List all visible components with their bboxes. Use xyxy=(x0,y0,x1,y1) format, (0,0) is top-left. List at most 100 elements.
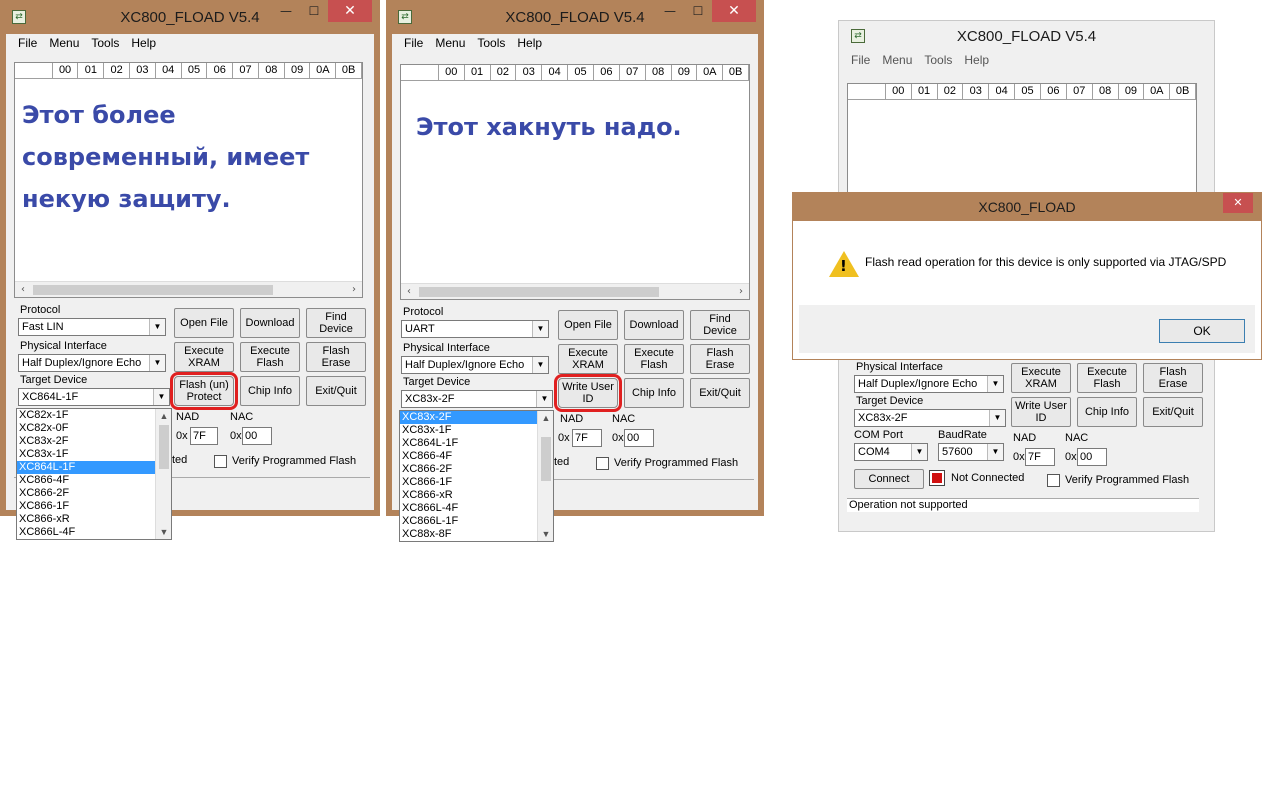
close-icon[interactable]: ✕ xyxy=(1223,193,1253,213)
menu-menu[interactable]: Menu xyxy=(429,34,471,54)
hex-view[interactable]: 00 01 02 03 04 05 06 07 08 09 0A 0B ‹ › xyxy=(400,64,750,300)
chevron-down-icon[interactable]: ▼ xyxy=(987,376,1003,392)
scroll-left-icon[interactable]: ‹ xyxy=(401,284,417,300)
close-icon[interactable]: ✕ xyxy=(712,0,756,22)
physical-interface-select[interactable]: Half Duplex/Ignore Echo ▼ xyxy=(401,356,549,374)
download-button[interactable]: Download xyxy=(624,310,684,340)
list-item[interactable]: XC866L-1F xyxy=(400,515,553,528)
menu-help[interactable]: Help xyxy=(125,34,162,52)
chip-info-button[interactable]: Chip Info xyxy=(240,376,300,406)
chevron-down-icon[interactable]: ▼ xyxy=(532,357,548,373)
minimize-icon[interactable]: — xyxy=(272,0,300,22)
write-user-id-button[interactable]: Write User ID xyxy=(1011,397,1071,427)
title-bar[interactable]: ⇄ XC800_FLOAD V5.4 — ☐ ✕ xyxy=(386,0,764,34)
minimize-icon[interactable]: — xyxy=(656,0,684,22)
list-item[interactable]: XC866-4F xyxy=(400,450,553,463)
flash-erase-button[interactable]: Flash Erase xyxy=(306,342,366,372)
menu-menu[interactable]: Menu xyxy=(876,51,918,69)
chevron-down-icon[interactable]: ▼ xyxy=(987,444,1003,460)
list-item[interactable]: XC82x-0F xyxy=(17,422,171,435)
chevron-down-icon[interactable]: ▼ xyxy=(989,410,1005,426)
menu-file[interactable]: File xyxy=(12,34,43,52)
flash-erase-button[interactable]: Flash Erase xyxy=(690,344,750,374)
close-icon[interactable]: ✕ xyxy=(328,0,372,22)
list-item[interactable]: XC866-2F xyxy=(400,463,553,476)
menu-tools[interactable]: Tools xyxy=(85,34,125,52)
nac-input[interactable]: 00 xyxy=(242,427,272,445)
title-bar[interactable]: ⇄ XC800_FLOAD V5.4 — ☐ ✕ xyxy=(0,0,380,34)
chevron-down-icon[interactable]: ▼ xyxy=(149,319,165,335)
execute-flash-button[interactable]: Execute Flash xyxy=(240,342,300,372)
scroll-right-icon[interactable]: › xyxy=(733,284,749,300)
scroll-thumb[interactable] xyxy=(541,437,551,481)
maximize-icon[interactable]: ☐ xyxy=(684,0,712,22)
chevron-down-icon[interactable]: ▼ xyxy=(536,391,552,407)
vertical-scrollbar[interactable]: ▲ ▼ xyxy=(537,411,553,541)
list-item[interactable]: XC83x-1F xyxy=(17,448,171,461)
vertical-scrollbar[interactable]: ▲ ▼ xyxy=(155,409,171,539)
list-item-selected[interactable]: XC83x-2F xyxy=(400,411,553,424)
execute-xram-button[interactable]: Execute XRAM xyxy=(558,344,618,374)
scroll-thumb[interactable] xyxy=(419,287,659,297)
menu-help[interactable]: Help xyxy=(958,51,995,69)
horizontal-scrollbar[interactable]: ‹ › xyxy=(401,283,749,299)
scroll-thumb[interactable] xyxy=(159,425,169,469)
verify-checkbox[interactable] xyxy=(596,457,609,470)
target-device-dropdown[interactable]: XC83x-2F XC83x-1F XC864L-1F XC866-4F XC8… xyxy=(399,410,554,542)
chevron-down-icon[interactable]: ▼ xyxy=(149,355,165,371)
chip-info-button[interactable]: Chip Info xyxy=(1077,397,1137,427)
list-item[interactable]: XC866-4F xyxy=(17,474,171,487)
flash-unprotect-button[interactable]: Flash (un) Protect xyxy=(170,372,238,410)
target-device-select[interactable]: XC83x-2F ▼ xyxy=(401,390,553,408)
exit-quit-button[interactable]: Exit/Quit xyxy=(306,376,366,406)
scroll-right-icon[interactable]: › xyxy=(346,282,362,298)
dialog-title-bar[interactable]: XC800_FLOAD ✕ xyxy=(793,193,1261,221)
list-item[interactable]: XC83x-1F xyxy=(400,424,553,437)
com-port-select[interactable]: COM4 ▼ xyxy=(854,443,928,461)
list-item[interactable]: XC866L-4F xyxy=(17,526,171,539)
list-item[interactable]: XC866-xR xyxy=(400,489,553,502)
nad-input[interactable]: 7F xyxy=(190,427,218,445)
menu-menu[interactable]: Menu xyxy=(43,34,85,52)
title-bar[interactable]: ⇄ XC800_FLOAD V5.4 xyxy=(839,21,1214,51)
target-device-dropdown[interactable]: XC82x-1F XC82x-0F XC83x-2F XC83x-1F XC86… xyxy=(16,408,172,540)
list-item[interactable]: XC866L-4F xyxy=(400,502,553,515)
open-file-button[interactable]: Open File xyxy=(558,310,618,340)
download-button[interactable]: Download xyxy=(240,308,300,338)
menu-file[interactable]: File xyxy=(845,51,876,69)
nac-input[interactable]: 00 xyxy=(1077,448,1107,466)
list-item[interactable]: XC866-xR xyxy=(17,513,171,526)
find-device-button[interactable]: Find Device xyxy=(306,308,366,338)
list-item[interactable]: XC864L-1F xyxy=(400,437,553,450)
execute-xram-button[interactable]: Execute XRAM xyxy=(174,342,234,372)
list-item[interactable]: XC88x-8F xyxy=(400,528,553,541)
target-device-select[interactable]: XC864L-1F ▼ xyxy=(18,388,170,406)
hex-view[interactable]: 00 01 02 03 04 05 06 07 08 09 0A 0B xyxy=(847,83,1197,203)
open-file-button[interactable]: Open File xyxy=(174,308,234,338)
chevron-down-icon[interactable]: ▼ xyxy=(532,321,548,337)
menu-tools[interactable]: Tools xyxy=(471,34,511,54)
scroll-down-icon[interactable]: ▼ xyxy=(156,525,171,539)
execute-flash-button[interactable]: Execute Flash xyxy=(1077,363,1137,393)
menu-tools[interactable]: Tools xyxy=(918,51,958,69)
chevron-down-icon[interactable]: ▼ xyxy=(153,389,169,405)
list-item-selected[interactable]: XC864L-1F xyxy=(17,461,171,474)
flash-erase-button[interactable]: Flash Erase xyxy=(1143,363,1203,393)
list-item[interactable]: XC83x-2F xyxy=(17,435,171,448)
scroll-up-icon[interactable]: ▲ xyxy=(156,409,171,423)
list-item[interactable]: XC866-1F xyxy=(17,500,171,513)
verify-checkbox[interactable] xyxy=(214,455,227,468)
find-device-button[interactable]: Find Device xyxy=(690,310,750,340)
write-user-id-button[interactable]: Write User ID xyxy=(554,374,622,412)
maximize-icon[interactable]: ☐ xyxy=(300,0,328,22)
chevron-down-icon[interactable]: ▼ xyxy=(911,444,927,460)
physical-interface-select[interactable]: Half Duplex/Ignore Echo ▼ xyxy=(854,375,1004,393)
scroll-up-icon[interactable]: ▲ xyxy=(538,411,553,425)
protocol-select[interactable]: Fast LIN ▼ xyxy=(18,318,166,336)
exit-quit-button[interactable]: Exit/Quit xyxy=(1143,397,1203,427)
nac-input[interactable]: 00 xyxy=(624,429,654,447)
menu-file[interactable]: File xyxy=(398,34,429,54)
baudrate-select[interactable]: 57600 ▼ xyxy=(938,443,1004,461)
horizontal-scrollbar[interactable]: ‹ › xyxy=(15,281,362,297)
protocol-select[interactable]: UART ▼ xyxy=(401,320,549,338)
